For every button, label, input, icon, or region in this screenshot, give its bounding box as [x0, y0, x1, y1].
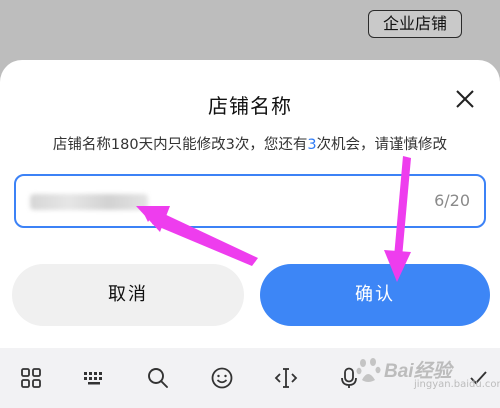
watermark-sub: jingyan.baidu.com	[414, 379, 500, 390]
grid-icon[interactable]	[19, 366, 43, 390]
background-page: 企业店铺	[0, 0, 500, 62]
cursor-icon[interactable]	[274, 366, 298, 390]
emoji-icon[interactable]	[210, 366, 234, 390]
shop-name-input[interactable]: 6/20	[14, 174, 486, 228]
paw-icon	[356, 358, 381, 382]
char-counter: 6/20	[434, 191, 470, 210]
baidu-watermark: Bai经验 jingyan.baidu.com	[356, 352, 500, 396]
limit-hint: 店铺名称180天内只能修改3次，您还有3次机会，请谨慎修改	[0, 133, 500, 154]
shop-type-badge[interactable]: 企业店铺	[368, 10, 462, 38]
dialog-title: 店铺名称	[208, 94, 292, 118]
rename-dialog: 店铺名称 店铺名称180天内只能修改3次，您还有3次机会，请谨慎修改 6/20 …	[0, 60, 500, 350]
remaining-count: 3	[307, 137, 317, 153]
shop-name-value	[30, 194, 148, 210]
confirm-button[interactable]: 确认	[260, 264, 490, 326]
hint-prefix: 店铺名称180天内只能修改3次，您还有	[52, 137, 308, 153]
keyboard-icon[interactable]	[82, 366, 106, 390]
hint-suffix: 次机会，请谨慎修改	[316, 137, 448, 153]
close-icon[interactable]	[452, 86, 478, 112]
cancel-button[interactable]: 取消	[12, 264, 244, 326]
search-icon[interactable]	[146, 366, 170, 390]
